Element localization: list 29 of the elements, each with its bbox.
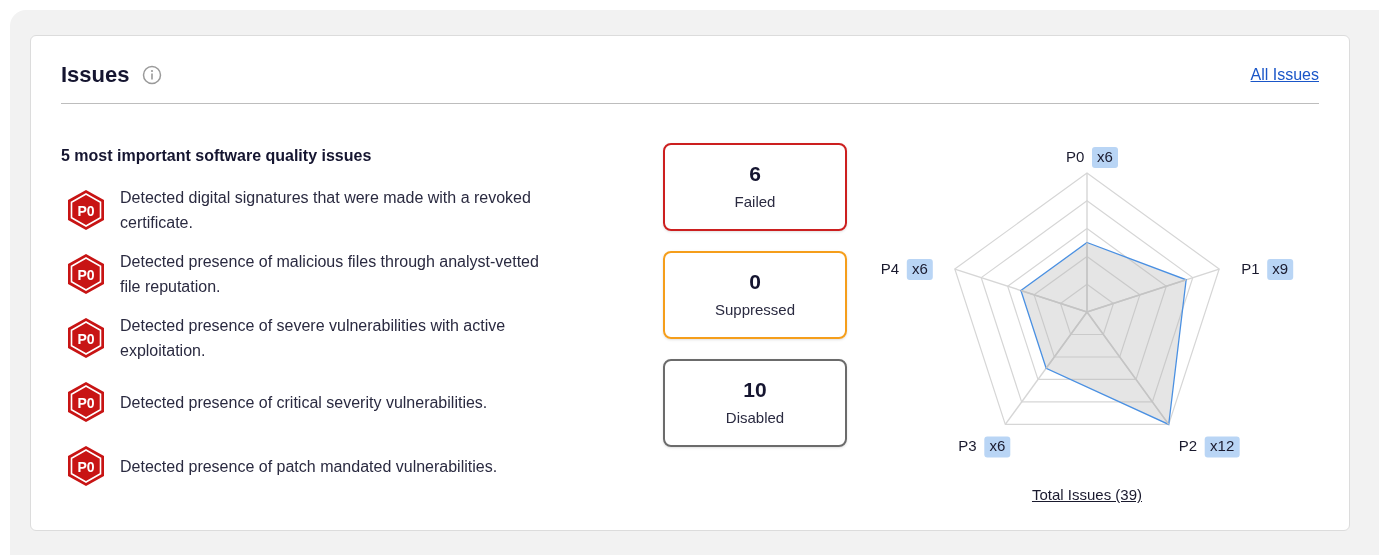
section-heading: 5 most important software quality issues	[61, 146, 373, 166]
status-card[interactable]: 10 Disabled	[663, 359, 847, 447]
status-count: 6	[749, 160, 761, 187]
status-label: Failed	[734, 191, 776, 212]
status-label: Suppressed	[714, 299, 796, 320]
status-count: 0	[749, 268, 761, 295]
count-badge: x12	[1204, 436, 1240, 458]
issue-text: Detected digital signatures that were made with a revoked certificate.	[120, 188, 532, 233]
count-badge: x6	[906, 259, 933, 281]
issue-text: Detected presence of critical severity vulnerabilities.	[120, 392, 489, 413]
issue-text: Detected presence of patch mandated vulnerabilities.	[120, 456, 499, 477]
axis-label: P1	[1241, 260, 1260, 278]
total-issues-link[interactable]: Total Issues (39)	[1031, 484, 1142, 507]
card-title: Issues	[61, 61, 130, 89]
status-label: Disabled	[725, 407, 785, 428]
axis-label: P0	[1066, 148, 1085, 165]
axis-label: P2	[1178, 437, 1198, 455]
status-card[interactable]: 0 Suppressed	[663, 251, 847, 339]
issue-text: Detected presence of severe vulnerabilities with active exploitation.	[120, 316, 507, 361]
issue-text: Detected presence of malicious files through analyst-vetted file reputation.	[120, 252, 540, 297]
count-badge: x6	[984, 436, 1011, 458]
info-icon[interactable]	[141, 64, 162, 85]
all-issues-link[interactable]: All Issues	[1250, 62, 1319, 87]
status-count: 10	[743, 376, 767, 403]
count-badge: x9	[1267, 259, 1294, 281]
count-badge: x6	[1092, 147, 1118, 168]
axis-label: P4	[880, 260, 900, 278]
axis-label: P3	[958, 437, 977, 455]
status-card[interactable]: 6 Failed	[663, 143, 847, 231]
